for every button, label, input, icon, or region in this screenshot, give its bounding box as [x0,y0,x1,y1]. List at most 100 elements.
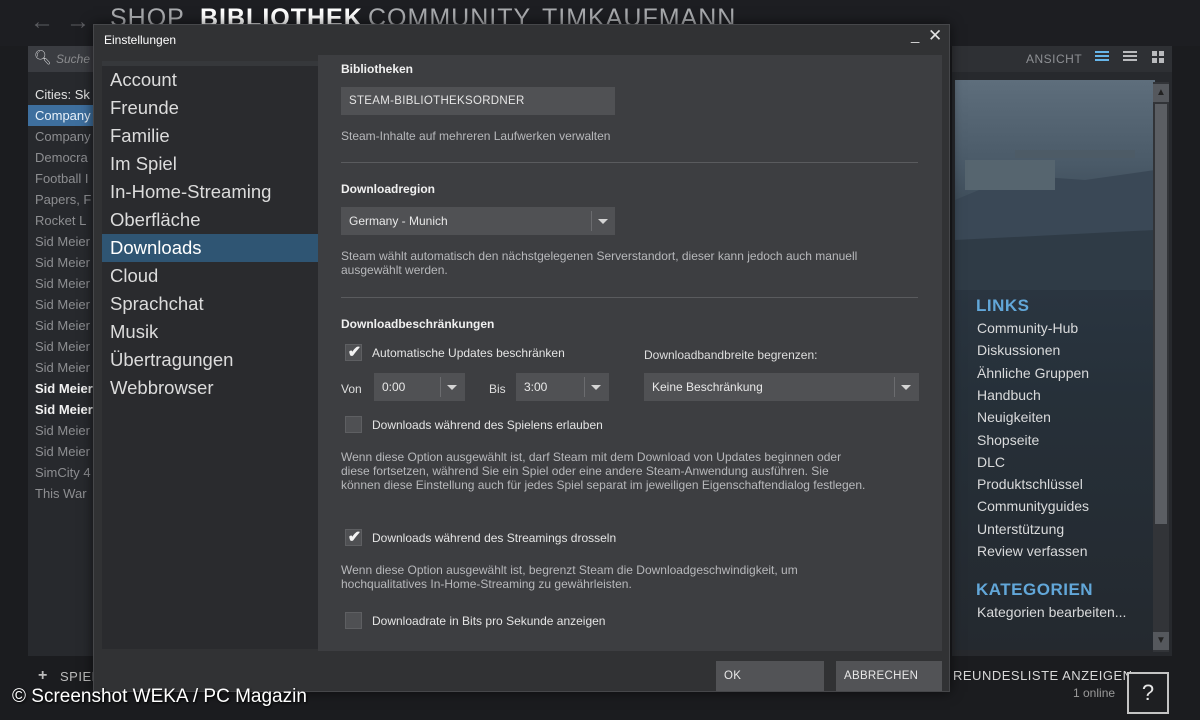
detail-link[interactable]: Communityguides [977,498,1089,514]
add-game-plus-icon[interactable]: + [38,667,47,685]
sidebar-item-übertragungen[interactable]: Übertragungen [102,346,318,374]
auto-updates-checkbox[interactable]: ✔ [345,344,362,361]
checkmark-icon: ✔ [347,529,362,546]
bits-per-second-label: Downloadrate in Bits pro Sekunde anzeige… [372,614,606,628]
watermark: © Screenshot WEKA / PC Magazin [12,686,307,707]
detail-link[interactable]: Ähnliche Gruppen [977,365,1089,381]
throttle-streaming-checkbox[interactable]: ✔ [345,529,362,546]
chevron-down-icon [447,385,457,390]
sidebar-item-im-spiel[interactable]: Im Spiel [102,150,318,178]
detail-link[interactable]: Handbuch [977,387,1041,403]
bandwidth-label: Downloadbandbreite begrenzen: [644,348,818,362]
sidebar-item-in-home-streaming[interactable]: In-Home-Streaming [102,178,318,206]
game-list-item[interactable]: Rocket L [28,210,94,231]
downloads-settings-panel: Bibliotheken STEAM-BIBLIOTHEKSORDNER Ste… [318,55,942,651]
dialog-title: Einstellungen [104,33,177,47]
separator [341,162,918,163]
edit-categories-link[interactable]: Kategorien bearbeiten... [977,604,1126,620]
detail-link[interactable]: Neuigkeiten [977,409,1051,425]
from-time-value: 0:00 [382,380,406,394]
minimize-icon[interactable]: _ [911,27,919,44]
sidebar-item-familie[interactable]: Familie [102,122,318,150]
game-list-item[interactable]: Democra [28,147,94,168]
close-icon[interactable]: ✕ [928,26,942,46]
sidebar-item-freunde[interactable]: Freunde [102,94,318,122]
links-title: LINKS [976,296,1030,315]
bandwidth-value: Keine Beschränkung [652,380,763,394]
detail-link[interactable]: Review verfassen [977,543,1088,559]
sidebar-item-sprachchat[interactable]: Sprachchat [102,290,318,318]
throttle-streaming-desc: Wenn diese Option ausgewählt ist, begren… [341,563,798,591]
detail-link[interactable]: Diskussionen [977,342,1060,358]
list-view-icon[interactable] [1123,51,1137,63]
back-arrow-icon[interactable]: ← [30,8,54,36]
game-list-item[interactable]: Sid Meier [28,252,94,273]
sidebar-item-musik[interactable]: Musik [102,318,318,346]
show-friends-list-button[interactable]: REUNDESLISTE ANZEIGEN [953,668,1133,683]
download-region-select[interactable]: Germany - Munich [341,207,615,235]
sidebar-item-webbrowser[interactable]: Webbrowser [102,374,318,402]
to-time-select[interactable]: 3:00 [516,373,609,401]
detail-link[interactable]: Community-Hub [977,320,1078,336]
game-list-item[interactable]: Cities: Sk [28,84,94,105]
from-label: Von [341,382,362,396]
game-list-item[interactable]: Sid Meier [28,357,94,378]
libraries-heading: Bibliotheken [341,62,414,76]
game-list-item[interactable]: Sid Meier [28,294,94,315]
ok-button[interactable]: OK [716,661,824,691]
game-list-item[interactable]: Sid Meier [28,273,94,294]
detail-link[interactable]: DLC [977,454,1005,470]
steam-library-folders-button[interactable]: STEAM-BIBLIOTHEKSORDNER [341,87,615,115]
select-divider [894,377,895,397]
categories-title: KATEGORIEN [976,580,1094,599]
sidebar-item-oberfläche[interactable]: Oberfläche [102,206,318,234]
grid-view-icon[interactable] [1152,51,1164,63]
game-list-item[interactable]: Sid Meier [28,231,94,252]
download-region-desc: Steam wählt automatisch den nächstgelege… [341,249,858,277]
game-list-item[interactable]: This War [28,483,94,504]
bits-per-second-checkbox[interactable] [345,612,362,629]
view-label: ANSICHT [1026,52,1083,66]
game-list-item[interactable]: Papers, F [28,189,94,210]
game-list-item[interactable]: Company [28,105,94,126]
scroll-up-icon[interactable]: ▲ [1153,84,1169,102]
select-divider [440,377,441,397]
game-list-item[interactable]: Sid Meier [28,336,94,357]
detail-link[interactable]: Unterstützung [977,521,1064,537]
sidebar-item-cloud[interactable]: Cloud [102,262,318,290]
forward-arrow-icon[interactable]: → [66,8,90,36]
cancel-button[interactable]: ABBRECHEN [836,661,942,691]
detail-view-icon[interactable] [1095,51,1109,63]
game-list-item[interactable]: Sid Meier [28,441,94,462]
separator [341,297,918,298]
game-list-item[interactable]: Football I [28,168,94,189]
help-button[interactable]: ? [1127,672,1169,714]
game-list-item[interactable]: Sid Meier [28,378,94,399]
download-region-value: Germany - Munich [349,214,448,228]
downloads-during-play-checkbox[interactable] [345,416,362,433]
scroll-down-icon[interactable]: ▼ [1153,632,1169,650]
bandwidth-select[interactable]: Keine Beschränkung [644,373,919,401]
detail-scroll-thumb[interactable] [1155,104,1167,524]
download-restrictions-heading: Downloadbeschränkungen [341,317,495,331]
game-list: Cities: Sk Company Company Democra Football … [28,84,94,504]
search-icon: 🔍︎ [34,49,52,65]
game-list-item[interactable]: Company [28,126,94,147]
sidebar-item-account[interactable]: Account [102,66,318,94]
tank-artwork-icon [955,150,1155,290]
library-search-field[interactable]: 🔍︎ Suche [28,46,94,72]
online-count: 1 online [1073,686,1116,700]
to-time-value: 3:00 [524,380,548,394]
game-list-item[interactable]: Sid Meier [28,420,94,441]
detail-link[interactable]: Shopseite [977,432,1039,448]
detail-link[interactable]: Produktschlüssel [977,476,1083,492]
settings-dialog: Einstellungen _ ✕ Account Freunde Familie I… [93,24,950,692]
downloads-during-play-label: Downloads während des Spielens erlauben [372,418,603,432]
game-list-item[interactable]: SimCity 4 [28,462,94,483]
game-list-item[interactable]: Sid Meier [28,315,94,336]
auto-updates-label: Automatische Updates beschränken [372,346,565,360]
game-list-item[interactable]: Sid Meier [28,399,94,420]
sidebar-item-downloads[interactable]: Downloads [102,234,318,262]
from-time-select[interactable]: 0:00 [374,373,465,401]
libraries-desc: Steam-Inhalte auf mehreren Laufwerken ve… [341,129,611,143]
